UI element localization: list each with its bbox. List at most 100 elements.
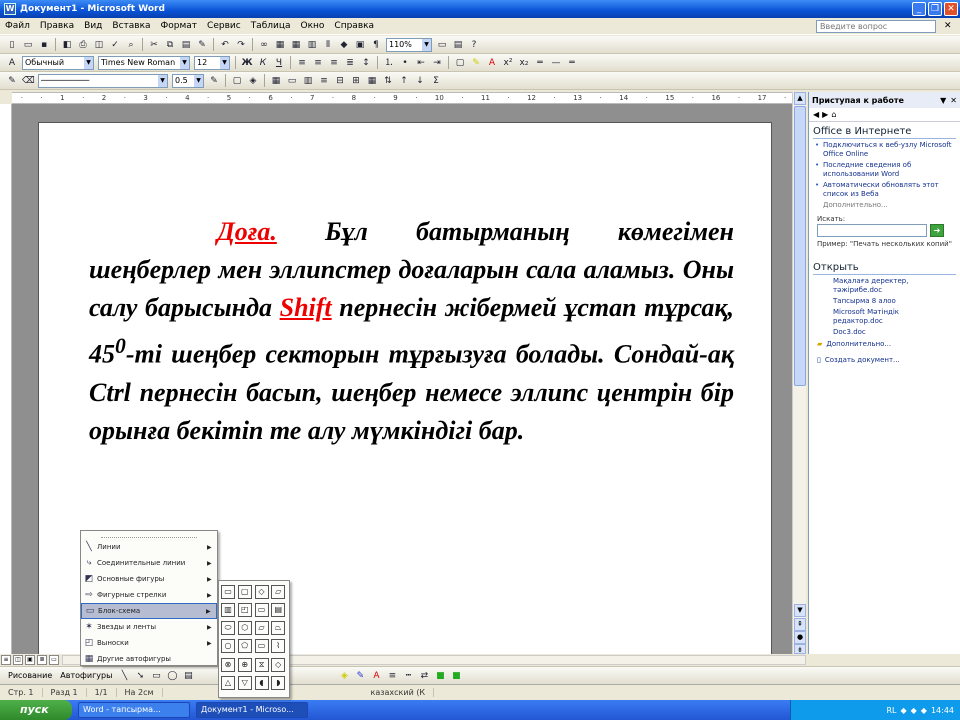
bullets-icon[interactable]: • — [398, 56, 412, 70]
recent-file[interactable]: Мақалаға деректер, тәжірибе.doc — [833, 277, 936, 295]
close-button[interactable]: ✕ — [944, 2, 958, 16]
next-page-icon[interactable]: ⇟ — [794, 644, 806, 654]
tray-icon[interactable]: ◆ — [921, 706, 927, 715]
recent-file[interactable]: Microsoft Мәтіндік редактор.doc — [833, 308, 936, 326]
merge-cells-icon[interactable]: ▭ — [285, 74, 299, 88]
vertical-scrollbar[interactable]: ▲ ▼ ⇞ ● ⇟ — [792, 92, 806, 654]
autoformat-icon[interactable]: ▦ — [365, 74, 379, 88]
link-latest-news[interactable]: • Последние сведения об использовании Wor… — [815, 161, 954, 179]
shading-icon[interactable]: ◈ — [246, 74, 260, 88]
distribute-rows-icon[interactable]: ⊟ — [333, 74, 347, 88]
drawing-icon[interactable]: ◆ — [337, 38, 351, 52]
link-office-online[interactable]: • Подключиться к веб-узлу Microsoft Offic… — [815, 141, 954, 159]
new-document-icon[interactable]: ▯ — [5, 38, 19, 52]
scroll-up-icon[interactable]: ▲ — [794, 92, 806, 105]
forward-icon[interactable]: ▶ — [822, 110, 828, 119]
tray-icon[interactable]: ◆ — [911, 706, 917, 715]
double-line-icon[interactable]: ═ — [565, 56, 579, 70]
menu-window[interactable]: Окно — [296, 21, 330, 31]
menu-item-stars-banners[interactable]: ✶ Звезды и ленты ▶ — [81, 619, 217, 635]
italic-icon[interactable]: К — [256, 56, 270, 70]
menu-item-flowchart[interactable]: ▭ Блок-схема ▶ — [81, 603, 217, 619]
menu-file[interactable]: Файл — [0, 21, 35, 31]
rectangle-icon[interactable]: ▭ — [149, 669, 163, 683]
task-pane-close-icon[interactable]: ✕ — [950, 96, 957, 105]
save-icon[interactable]: ▪ — [37, 38, 51, 52]
arrow-icon[interactable]: ➘ — [133, 669, 147, 683]
task-pane-menu-icon[interactable]: ▼ — [940, 96, 946, 105]
hyperlink-icon[interactable]: ∞ — [257, 38, 271, 52]
font-color-icon[interactable]: A — [369, 669, 383, 683]
align-left-icon[interactable]: ≡ — [295, 56, 309, 70]
font-select[interactable]: Times New Roman ▼ — [98, 55, 190, 70]
close-document-icon[interactable]: ✕ — [944, 21, 954, 31]
flowchart-card-icon[interactable]: ▭ — [254, 639, 269, 654]
font-color-icon[interactable]: A — [485, 56, 499, 70]
highlight-icon[interactable]: ✎ — [469, 56, 483, 70]
styles-icon[interactable]: A — [5, 56, 19, 70]
menu-item-block-arrows[interactable]: ⇨ Фигурные стрелки ▶ — [81, 587, 217, 603]
read-icon[interactable]: ▤ — [451, 38, 465, 52]
spelling-icon[interactable]: ✓ — [108, 38, 122, 52]
flowchart-preparation-icon[interactable]: ⬡ — [237, 621, 252, 636]
insert-table-icon[interactable]: ▦ — [289, 38, 303, 52]
flowchart-alternate-process-icon[interactable]: ▢ — [237, 585, 252, 599]
3d-icon[interactable]: ■ — [449, 669, 463, 683]
align-right-icon[interactable]: ≡ — [327, 56, 341, 70]
research-icon[interactable]: ⌕ — [124, 38, 138, 52]
size-select[interactable]: 12 ▼ — [194, 55, 230, 70]
line-style-select[interactable]: ────────── ▼ — [38, 73, 168, 88]
increase-indent-icon[interactable]: ⇥ — [430, 56, 444, 70]
link-auto-update[interactable]: • Автоматически обновлять этот список из … — [815, 181, 954, 199]
web-view-icon[interactable]: ◫ — [13, 655, 23, 665]
flowchart-extract-icon[interactable]: △ — [221, 675, 235, 690]
search-go-icon[interactable]: ➔ — [930, 224, 944, 237]
textbox-icon[interactable]: ▤ — [181, 669, 195, 683]
permission-icon[interactable]: ◧ — [60, 38, 74, 52]
minimize-button[interactable]: _ — [912, 2, 926, 16]
align-center-icon[interactable]: ≡ — [311, 56, 325, 70]
recent-file[interactable]: Doc3.doc — [833, 328, 936, 337]
flowchart-summing-icon[interactable]: ⊗ — [221, 657, 235, 672]
text-direction-icon[interactable]: ⇅ — [381, 74, 395, 88]
flowchart-manual-input-icon[interactable]: ▱ — [254, 621, 269, 636]
flowchart-decision-icon[interactable]: ◇ — [254, 585, 269, 599]
redo-icon[interactable]: ↷ — [234, 38, 248, 52]
border-icon[interactable]: ▢ — [453, 56, 467, 70]
decrease-indent-icon[interactable]: ⇤ — [414, 56, 428, 70]
copy-icon[interactable]: ⧉ — [163, 38, 177, 52]
normal-view-icon[interactable]: ≡ — [1, 655, 11, 665]
line-style-icon[interactable]: ═ — [533, 56, 547, 70]
search-input[interactable] — [817, 224, 927, 237]
flowchart-document-icon[interactable]: ▭ — [254, 603, 269, 618]
flowchart-stored-data-icon[interactable]: ◖ — [254, 675, 269, 690]
flowchart-predefined-icon[interactable]: ▥ — [221, 603, 235, 618]
taskbar-item[interactable]: Word - тапсырма... — [78, 702, 190, 718]
browse-object-icon[interactable]: ● — [794, 631, 806, 644]
format-painter-icon[interactable]: ✎ — [195, 38, 209, 52]
line-icon[interactable]: — — [549, 56, 563, 70]
recent-file[interactable]: Тапсырма 8 алоо — [833, 297, 936, 306]
sort-asc-icon[interactable]: ↑ — [397, 74, 411, 88]
help-icon[interactable]: ? — [467, 38, 481, 52]
menu-item-more-autoshapes[interactable]: ▦ Другие автофигуры — [81, 651, 217, 667]
print-preview-icon[interactable]: ◫ — [92, 38, 106, 52]
clock[interactable]: 14:44 — [931, 706, 954, 715]
numbering-icon[interactable]: ⒈ — [382, 56, 396, 70]
border-color-icon[interactable]: ✎ — [207, 74, 221, 88]
menu-edit[interactable]: Правка — [35, 21, 79, 31]
underline-icon[interactable]: Ч — [272, 56, 286, 70]
print-view-icon[interactable]: ▣ — [25, 655, 35, 665]
reading-view-icon[interactable]: ▭ — [49, 655, 59, 665]
show-formatting-icon[interactable]: ¶ — [369, 38, 383, 52]
paste-icon[interactable]: ▤ — [179, 38, 193, 52]
dash-style-icon[interactable]: ┅ — [401, 669, 415, 683]
zoom-select[interactable]: 110% ▼ — [386, 37, 432, 52]
maximize-button[interactable]: ❐ — [928, 2, 942, 16]
flowchart-data-icon[interactable]: ▱ — [271, 585, 286, 599]
flowchart-punched-tape-icon[interactable]: ⌇ — [271, 639, 286, 654]
columns-icon[interactable]: ⫴ — [321, 38, 335, 52]
distribute-columns-icon[interactable]: ⊞ — [349, 74, 363, 88]
shadow-icon[interactable]: ■ — [433, 669, 447, 683]
flowchart-collate-icon[interactable]: ⧖ — [254, 657, 269, 672]
